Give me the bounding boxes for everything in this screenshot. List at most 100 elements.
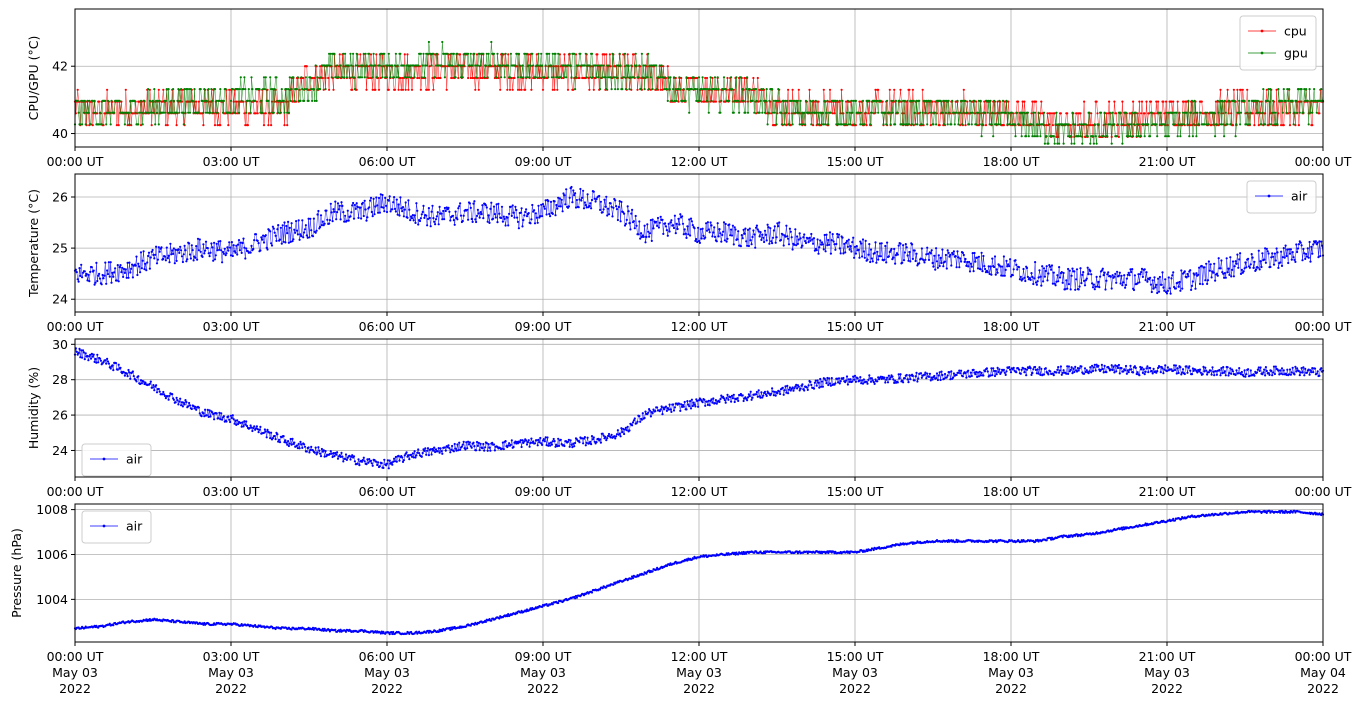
data-point <box>496 52 499 55</box>
data-point <box>147 88 150 91</box>
data-point <box>1266 250 1269 253</box>
data-point <box>765 239 768 242</box>
data-point <box>511 204 514 207</box>
data-point <box>730 88 734 91</box>
data-point <box>441 452 444 455</box>
data-point <box>203 252 206 255</box>
data-point <box>730 76 733 79</box>
data-point <box>492 52 496 55</box>
data-point <box>1069 288 1072 291</box>
data-point <box>759 231 762 234</box>
data-point <box>645 235 648 238</box>
data-point <box>263 88 266 91</box>
data-point <box>1145 271 1148 274</box>
data-point <box>490 201 493 204</box>
data-point <box>1005 259 1008 262</box>
data-point <box>717 88 720 91</box>
data-point <box>350 64 353 67</box>
data-point <box>837 233 841 236</box>
data-point <box>602 434 605 437</box>
data-point <box>264 76 267 79</box>
data-point <box>195 245 198 248</box>
data-point <box>1248 266 1251 269</box>
data-point <box>777 88 780 91</box>
data-point <box>484 64 487 67</box>
data-point <box>1085 277 1088 280</box>
data-point <box>768 242 771 245</box>
data-point <box>709 221 712 224</box>
data-point <box>297 219 300 222</box>
data-point <box>690 88 694 91</box>
data-point <box>94 111 97 114</box>
data-point <box>912 99 915 102</box>
data-point <box>186 258 189 261</box>
data-point <box>1001 99 1005 102</box>
data-point <box>347 64 350 67</box>
data-point <box>507 224 510 227</box>
data-point <box>634 52 637 55</box>
data-point <box>303 443 306 446</box>
data-point <box>257 431 260 434</box>
data-point <box>416 209 419 212</box>
data-point <box>95 261 98 264</box>
data-point <box>428 216 431 220</box>
data-point <box>643 224 646 227</box>
data-point <box>930 249 933 252</box>
data-point <box>525 443 529 446</box>
data-point <box>440 450 443 453</box>
data-point <box>993 99 996 102</box>
data-point <box>401 206 405 209</box>
data-point <box>598 194 601 198</box>
data-point <box>874 111 877 114</box>
data-point <box>522 76 525 79</box>
data-point <box>479 64 482 67</box>
data-point <box>219 88 222 91</box>
data-point <box>532 440 535 443</box>
data-point <box>794 228 797 231</box>
data-point <box>809 99 812 102</box>
data-point <box>264 112 267 115</box>
data-point <box>81 276 84 279</box>
data-point <box>1235 123 1238 126</box>
data-point <box>196 258 199 261</box>
data-point <box>76 99 79 102</box>
data-point <box>225 252 228 255</box>
data-point <box>336 64 339 67</box>
data-point <box>1091 286 1095 289</box>
data-point <box>394 52 397 55</box>
data-point <box>1102 274 1105 277</box>
data-point <box>126 375 129 378</box>
data-point <box>1283 256 1286 259</box>
data-point <box>863 123 866 126</box>
data-point <box>976 111 980 114</box>
data-point <box>283 221 286 224</box>
data-point <box>906 254 909 257</box>
data-point <box>1102 135 1105 138</box>
data-point <box>652 227 655 230</box>
data-point <box>990 123 993 126</box>
data-point <box>541 443 544 446</box>
data-point <box>1067 283 1070 286</box>
data-point <box>353 460 356 463</box>
data-point <box>1253 260 1256 263</box>
data-point <box>375 53 378 56</box>
data-point <box>345 458 348 461</box>
data-point <box>109 367 112 370</box>
data-point <box>413 76 416 79</box>
data-point <box>616 88 620 91</box>
data-point <box>1133 274 1136 277</box>
data-point <box>213 124 217 127</box>
data-point <box>1295 243 1298 246</box>
data-point <box>98 277 102 280</box>
data-point <box>946 249 949 252</box>
data-point <box>808 236 811 239</box>
data-point <box>763 111 767 114</box>
data-point <box>451 214 455 217</box>
data-point <box>530 437 533 440</box>
data-point <box>980 251 983 254</box>
data-point <box>1002 255 1006 258</box>
data-point <box>341 455 344 458</box>
data-point <box>397 76 400 79</box>
data-point <box>231 414 234 417</box>
data-point <box>573 445 576 448</box>
